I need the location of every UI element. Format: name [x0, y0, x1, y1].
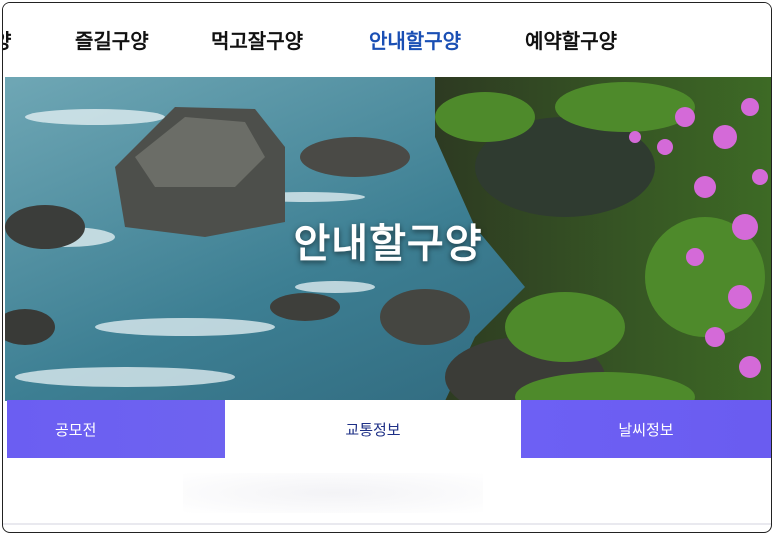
nav-item-enjoy[interactable]: 즐길구양 — [75, 25, 149, 54]
nav-item-guide[interactable]: 안내할구양 — [369, 25, 461, 54]
browser-frame: 양 즐길구양 먹고잘구양 안내할구양 예약할구양 — [2, 2, 772, 533]
tab-traffic-info[interactable]: 교통정보 — [225, 400, 521, 458]
content-placeholder — [183, 473, 483, 513]
nav-item-reserve[interactable]: 예약할구양 — [525, 25, 617, 54]
nav-item-partial[interactable]: 양 — [3, 25, 11, 54]
hero-title: 안내할구양 — [293, 221, 483, 267]
sub-tabs: 공모전 교통정보 날씨정보 — [7, 400, 771, 458]
divider — [3, 523, 771, 525]
tab-contest[interactable]: 공모전 — [7, 400, 225, 458]
nav-item-eat-stay[interactable]: 먹고잘구양 — [211, 25, 303, 54]
tab-weather-info[interactable]: 날씨정보 — [521, 400, 771, 458]
top-nav: 양 즐길구양 먹고잘구양 안내할구양 예약할구양 — [3, 3, 771, 77]
hero-banner: 안내할구양 — [5, 77, 771, 401]
